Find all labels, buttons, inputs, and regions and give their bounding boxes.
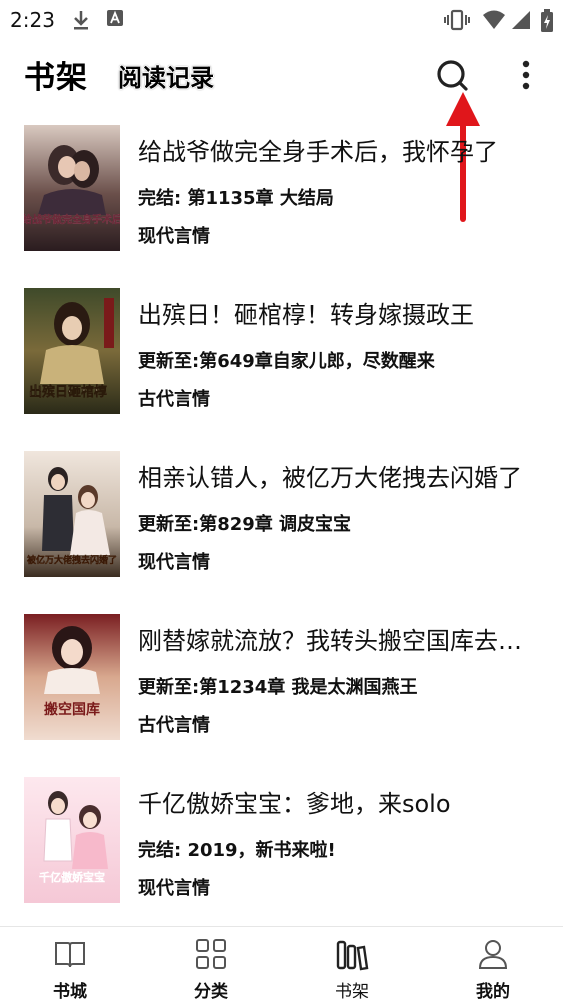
cover-text: 被亿万大佬拽去闪婚了	[27, 554, 117, 566]
grid-icon	[196, 939, 226, 969]
search-icon	[437, 60, 468, 91]
book-progress: 更新至:第649章自家儿郎，尽数醒来	[138, 351, 435, 372]
book-genre: 现代言情	[138, 226, 210, 247]
book-item[interactable]: 搬空国库 刚替嫁就流放？我转头搬空国库去… 更新至:第1234章 我是太渊国燕王…	[0, 599, 563, 749]
book-title: 相亲认错人，被亿万大佬拽去闪婚了	[138, 464, 522, 492]
book-item[interactable]: 千亿傲娇宝宝 千亿傲娇宝宝：爹地，来solo 完结: 2019，新书来啦! 现代…	[0, 762, 563, 912]
nav-bookstore[interactable]: 书城	[0, 927, 140, 1004]
book-cover: 被亿万大佬拽去闪婚了	[24, 451, 120, 577]
book-cover: 出殡日砸棺椁	[24, 288, 120, 414]
book-cover: 搬空国库	[24, 614, 120, 740]
page-title: 书架	[24, 60, 88, 96]
book-genre: 古代言情	[138, 715, 210, 736]
nav-label: 书城	[53, 982, 87, 1002]
book-progress: 完结: 第1135章 大结局	[138, 188, 334, 209]
nav-label: 分类	[194, 982, 228, 1002]
book-genre: 现代言情	[138, 878, 210, 899]
cover-text: 出殡日砸棺椁	[29, 384, 107, 400]
tab-reading-history[interactable]: 阅读记录	[118, 58, 214, 93]
person-icon	[478, 940, 508, 969]
bottom-navigation: 书城 分类 书架 我的	[0, 926, 563, 1004]
nav-profile[interactable]: 我的	[423, 927, 563, 1004]
download-icon	[74, 11, 88, 30]
book-open-icon	[55, 942, 85, 968]
book-cover: 给战爷做完全身手术后	[24, 125, 120, 251]
battery-icon	[541, 9, 553, 32]
book-title: 给战爷做完全身手术后，我怀孕了	[138, 138, 498, 166]
book-cover: 千亿傲娇宝宝	[24, 777, 120, 903]
book-title: 千亿傲娇宝宝：爹地，来solo	[138, 790, 451, 818]
nav-label: 书架	[335, 982, 369, 1002]
book-item[interactable]: 出殡日砸棺椁 出殡日！砸棺椁！转身嫁摄政王 更新至:第649章自家儿郎，尽数醒来…	[0, 273, 563, 423]
book-progress: 更新至:第1234章 我是太渊国燕王	[138, 677, 418, 698]
status-time: 2:23	[10, 8, 55, 32]
book-item[interactable]: 给战爷做完全身手术后 给战爷做完全身手术后，我怀孕了 完结: 第1135章 大结…	[0, 110, 563, 260]
book-progress: 完结: 2019，新书来啦!	[138, 840, 336, 861]
status-bar: 2:23	[0, 0, 563, 40]
cellular-signal-icon	[512, 11, 530, 29]
bookshelf-icon	[336, 940, 369, 971]
book-title: 刚替嫁就流放？我转头搬空国库去…	[138, 627, 522, 655]
more-vertical-icon	[522, 60, 530, 90]
book-progress: 更新至:第829章 调皮宝宝	[138, 514, 352, 535]
book-item[interactable]: 被亿万大佬拽去闪婚了 相亲认错人，被亿万大佬拽去闪婚了 更新至:第829章 调皮…	[0, 436, 563, 586]
cover-text: 千亿傲娇宝宝	[39, 870, 105, 884]
nav-bookshelf[interactable]: 书架	[282, 927, 422, 1004]
wifi-icon	[483, 10, 505, 29]
app-notification-icon	[107, 10, 123, 26]
more-options-button[interactable]	[510, 56, 542, 96]
book-title: 出殡日！砸棺椁！转身嫁摄政王	[138, 301, 474, 329]
book-genre: 现代言情	[138, 552, 210, 573]
nav-categories[interactable]: 分类	[141, 927, 281, 1004]
cover-text: 给战爷做完全身手术后	[24, 213, 120, 226]
nav-label: 我的	[476, 982, 510, 1002]
vibrate-icon	[444, 9, 470, 31]
book-genre: 古代言情	[138, 389, 210, 410]
search-button[interactable]	[432, 56, 472, 96]
cover-text: 搬空国库	[44, 701, 100, 718]
